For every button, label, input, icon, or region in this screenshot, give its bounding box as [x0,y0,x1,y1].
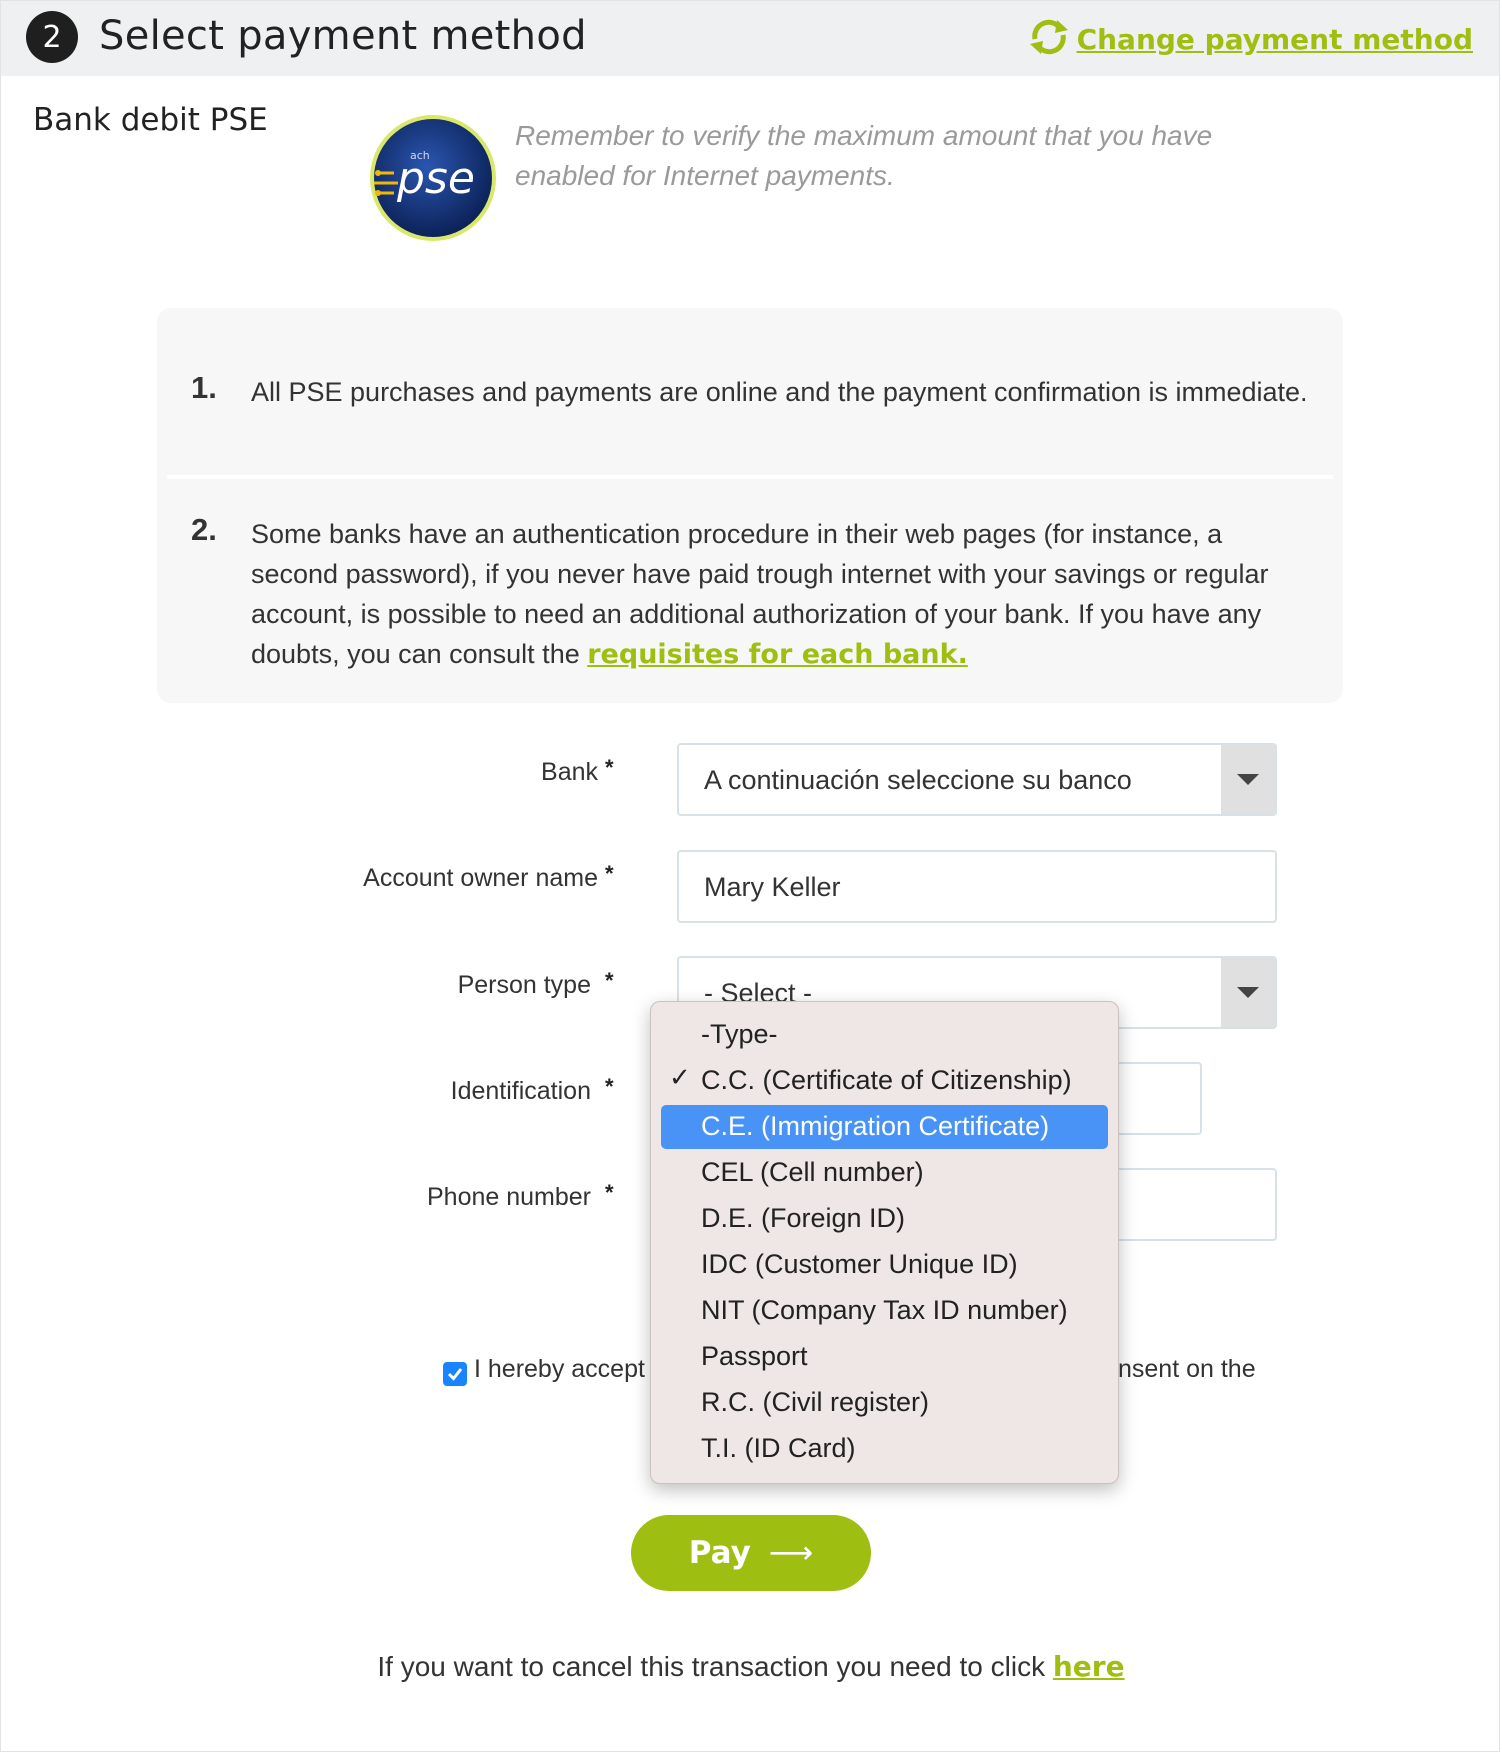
caret-down-icon[interactable] [1221,958,1275,1027]
owner-name-value: Mary Keller [704,872,841,902]
step-number-badge: 2 [26,11,78,63]
info-item-text: All PSE purchases and payments are onlin… [251,377,1308,407]
dropdown-option-highlighted[interactable]: C.E. (Immigration Certificate) [661,1105,1108,1149]
payment-method-label: Bank debit PSE [33,102,268,138]
bank-select[interactable]: A continuación seleccione su banco [677,743,1277,816]
dropdown-option[interactable]: ✓ C.C. (Certificate of Citizenship) [661,1059,1108,1103]
arrow-right-icon: ⟶ [768,1535,814,1571]
phone-label: Phone number [426,1183,591,1211]
cancel-here-link[interactable]: here [1053,1650,1125,1683]
required-mark: * [605,861,614,886]
dropdown-option[interactable]: R.C. (Civil register) [661,1381,1108,1425]
pay-button-label: Pay [688,1535,751,1571]
person-type-label: Person type [457,971,591,999]
caret-down-icon[interactable] [1221,745,1275,814]
person-type-dropdown-menu: -Type- ✓ C.C. (Certificate of Citizenship… [650,1001,1119,1484]
dropdown-option[interactable]: D.E. (Foreign ID) [661,1197,1108,1241]
info-box: 1. All PSE purchases and payments are on… [157,308,1343,703]
required-mark: * [605,1180,614,1205]
info-item-number: 2. [191,512,217,547]
consent-checkbox[interactable] [443,1362,467,1386]
required-mark: * [605,968,614,993]
cancel-message: If you want to cancel this transaction y… [377,1650,1125,1683]
required-mark: * [605,755,614,780]
consent-text-left: I hereby accept [474,1355,645,1383]
info-divider [167,475,1333,479]
bank-select-value: A continuación seleccione su banco [704,765,1132,795]
identification-label: Identification [450,1077,591,1105]
section-title: Select payment method [99,13,587,59]
dropdown-option[interactable]: T.I. (ID Card) [661,1427,1108,1471]
dropdown-option[interactable]: NIT (Company Tax ID number) [661,1289,1108,1333]
info-item-text: Some banks have an authentication proced… [251,519,1269,670]
dropdown-option[interactable]: CEL (Cell number) [661,1151,1108,1195]
dropdown-option[interactable]: Passport [661,1335,1108,1379]
consent-text-right: nsent on the [1118,1355,1256,1383]
checkmark-icon: ✓ [669,1063,691,1093]
change-payment-method[interactable]: Change payment method [1027,17,1473,62]
refresh-arrows-icon[interactable] [1027,17,1071,62]
info-item-number: 1. [191,370,217,405]
reminder-text: Remember to verify the maximum amount th… [515,120,1213,191]
required-mark: * [605,1074,614,1099]
owner-name-label: Account owner name [363,864,598,892]
dropdown-option[interactable]: IDC (Customer Unique ID) [661,1243,1108,1287]
bank-label: Bank [541,758,598,786]
section-header: 2 Select payment method Change payment m… [1,1,1499,76]
pse-logo: ach pse [368,113,498,243]
pay-button[interactable]: Pay ⟶ [631,1515,871,1591]
logo-pse-text: pse [396,153,475,204]
owner-name-input[interactable]: Mary Keller [677,850,1277,923]
requisites-link[interactable]: requisites for each bank. [587,639,968,670]
change-payment-method-link[interactable]: Change payment method [1077,23,1473,56]
dropdown-option[interactable]: -Type- [661,1013,1108,1057]
checkmark-icon [447,1368,463,1381]
